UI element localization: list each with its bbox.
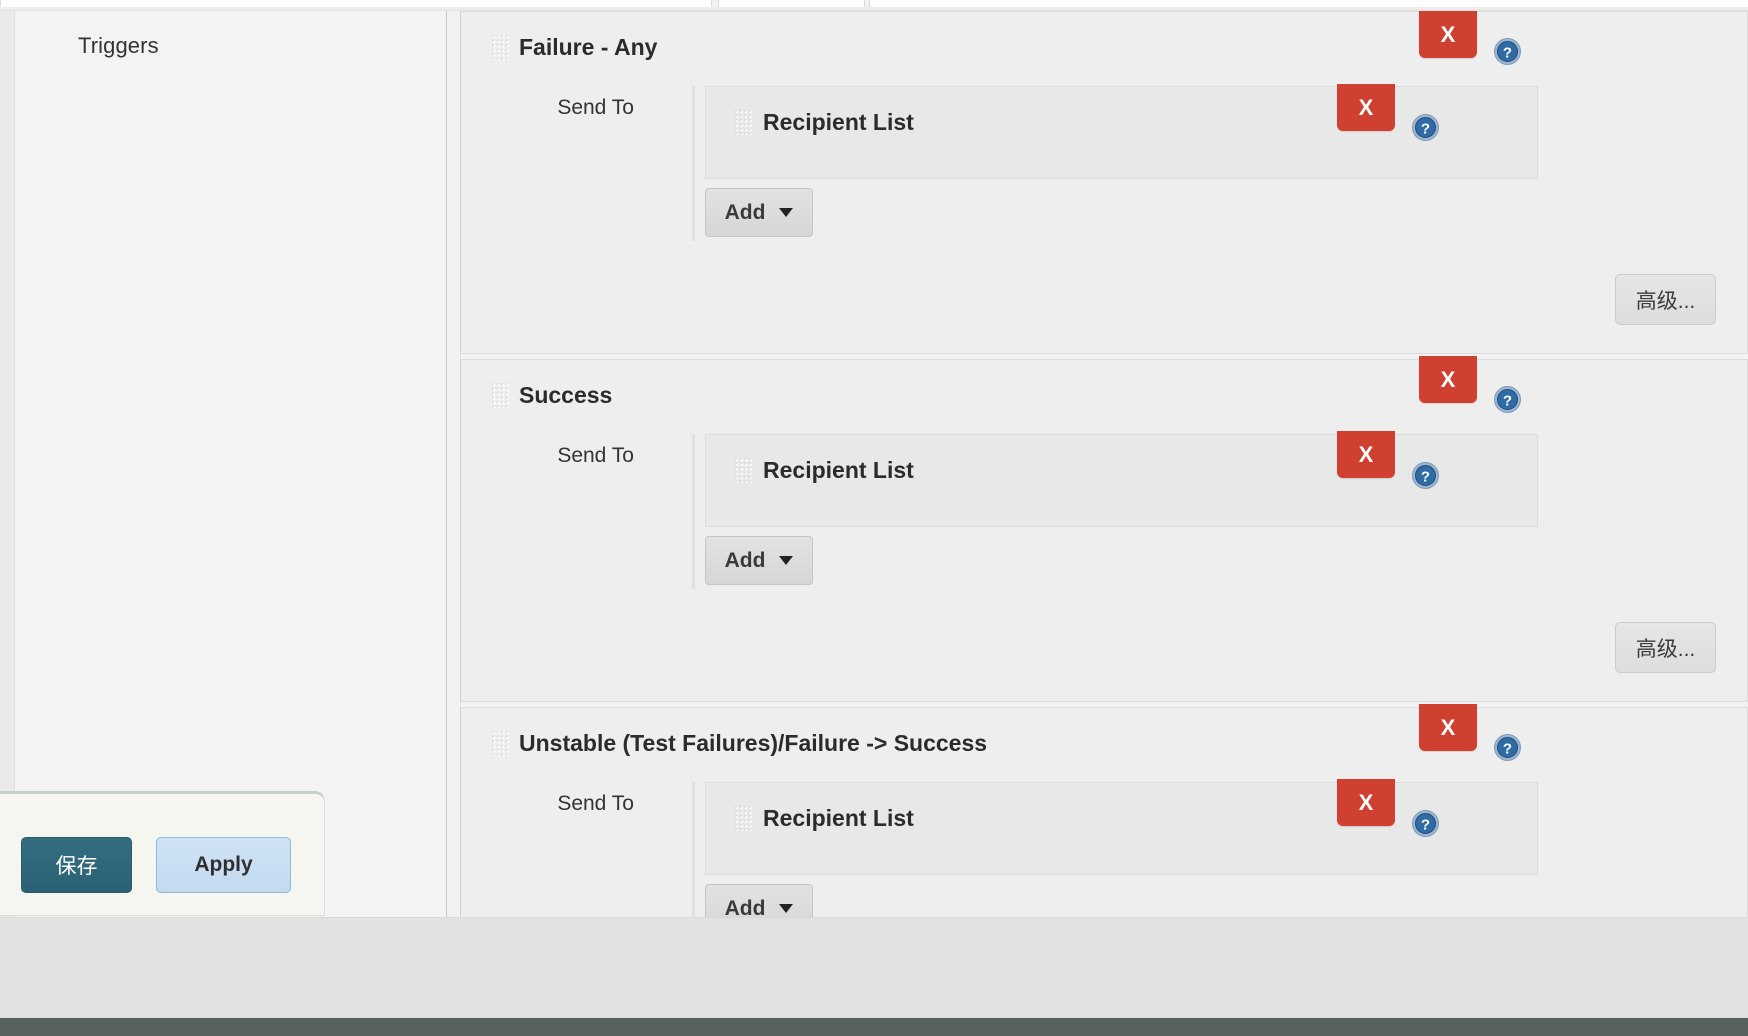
drag-grip-icon[interactable] [491, 34, 509, 60]
svg-text:?: ? [1421, 121, 1430, 138]
content-left-rail [447, 11, 461, 917]
send-to-body: Recipient List Add [692, 782, 1747, 937]
chevron-down-icon [779, 904, 794, 913]
help-icon[interactable]: ? [1412, 114, 1439, 141]
delete-recipient-button[interactable]: X [1337, 779, 1395, 826]
send-to-label: Send To [557, 792, 634, 815]
recipient-title: Recipient List [763, 457, 914, 483]
svg-text:?: ? [1503, 45, 1512, 62]
advanced-button[interactable]: 高级... [1615, 622, 1716, 673]
help-icon[interactable]: ? [1412, 462, 1439, 489]
send-to-label: Send To [557, 444, 634, 467]
send-to-row: Send To Recipient List Add [524, 76, 1747, 241]
page-title: Triggers [78, 33, 159, 58]
save-button[interactable]: 保存 [21, 837, 132, 893]
triggers-content: Failure - Any Send To Recipient List Add… [447, 11, 1748, 937]
help-icon[interactable]: ? [1412, 810, 1439, 837]
trigger-header: Success [461, 360, 1747, 424]
recipient-title: Recipient List [763, 805, 914, 831]
svg-text:?: ? [1503, 741, 1512, 758]
drag-grip-icon[interactable] [734, 457, 752, 483]
svg-text:?: ? [1421, 469, 1430, 486]
trigger-header: Failure - Any [461, 12, 1747, 76]
send-to-body: Recipient List Add [692, 86, 1747, 241]
delete-recipient-button[interactable]: X [1337, 84, 1395, 131]
chevron-down-icon [779, 208, 794, 217]
app-root: Triggers Failure - Any Send To Recipient… [0, 0, 1748, 1036]
trigger-block: Success Send To Recipient List Add 高级... [460, 359, 1748, 702]
advanced-button[interactable]: 高级... [1615, 274, 1716, 325]
add-recipient-button[interactable]: Add [705, 188, 813, 237]
send-to-row: Send To Recipient List Add [524, 424, 1747, 589]
help-icon[interactable]: ? [1494, 734, 1521, 761]
trigger-title: Unstable (Test Failures)/Failure -> Succ… [519, 730, 988, 756]
trigger-header: Unstable (Test Failures)/Failure -> Succ… [461, 708, 1747, 772]
drag-grip-icon[interactable] [734, 109, 752, 135]
left-gutter [0, 11, 15, 917]
send-to-row: Send To Recipient List Add [524, 772, 1747, 937]
add-button-label: Add [724, 548, 766, 572]
add-button-label: Add [724, 200, 766, 224]
top-cutoff-strip [0, 0, 1748, 11]
advanced-button-label: 高级... [1635, 637, 1696, 661]
chevron-down-icon [779, 556, 794, 565]
help-icon[interactable]: ? [1494, 38, 1521, 65]
delete-recipient-button[interactable]: X [1337, 431, 1395, 478]
trigger-title: Failure - Any [519, 34, 658, 60]
send-to-body: Recipient List Add [692, 434, 1747, 589]
drag-grip-icon[interactable] [491, 382, 509, 408]
drag-grip-icon[interactable] [734, 805, 752, 831]
save-button-label: 保存 [55, 855, 98, 878]
drag-grip-icon[interactable] [491, 730, 509, 756]
recipient-title: Recipient List [763, 109, 914, 135]
delete-trigger-button[interactable]: X [1419, 11, 1477, 58]
apply-button[interactable]: Apply [156, 837, 291, 893]
save-apply-bar: 保存 Apply [0, 791, 325, 916]
trigger-title: Success [519, 382, 613, 408]
browser-status-bar [0, 1018, 1748, 1036]
delete-trigger-button[interactable]: X [1419, 356, 1477, 403]
apply-button-label: Apply [194, 853, 253, 876]
add-recipient-button[interactable]: Add [705, 536, 813, 585]
help-icon[interactable]: ? [1494, 386, 1521, 413]
send-to-label: Send To [557, 96, 634, 119]
delete-trigger-button[interactable]: X [1419, 704, 1477, 751]
svg-text:?: ? [1421, 817, 1430, 834]
triggers-sidebar: Triggers [15, 11, 447, 917]
page-bottom-area [0, 917, 1748, 1019]
svg-text:?: ? [1503, 393, 1512, 410]
advanced-button-label: 高级... [1635, 289, 1696, 313]
trigger-block: Failure - Any Send To Recipient List Add… [460, 11, 1748, 354]
trigger-block: Unstable (Test Failures)/Failure -> Succ… [460, 707, 1748, 937]
